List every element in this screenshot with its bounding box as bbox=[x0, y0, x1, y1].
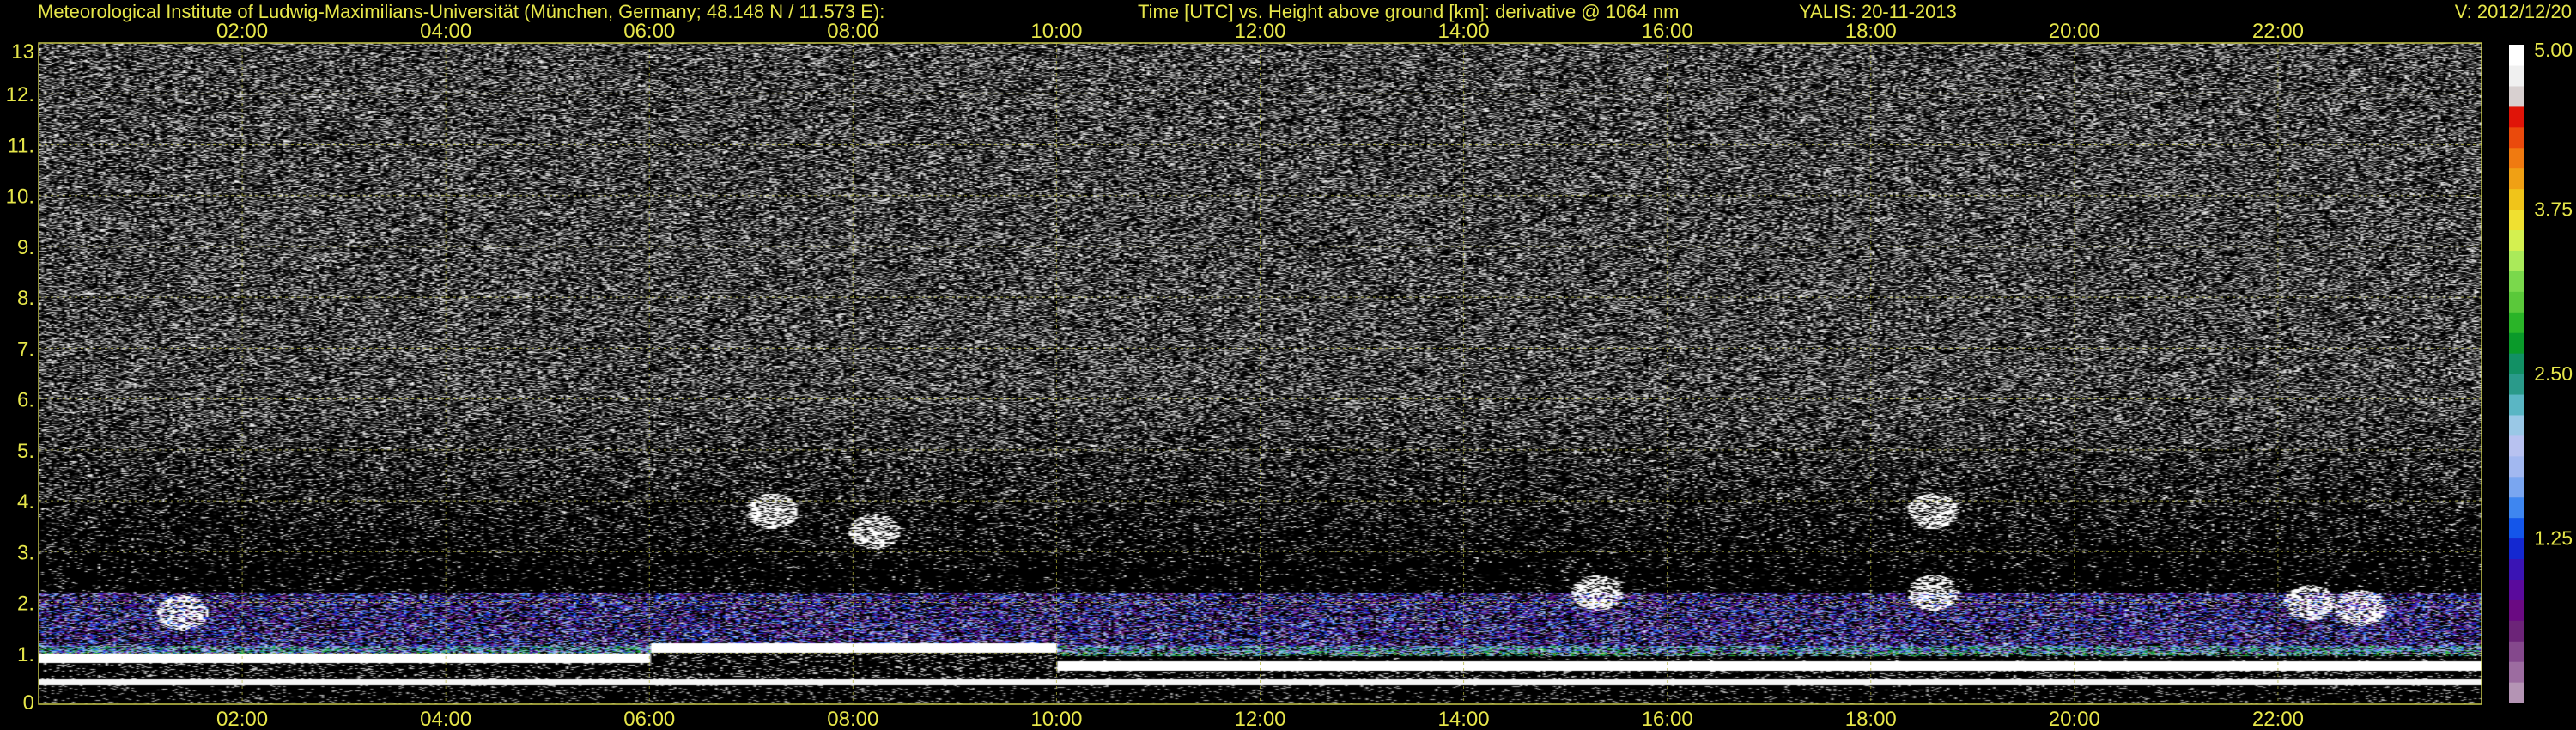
y-tick-label: 5. bbox=[17, 440, 34, 463]
y-tick-label: 2. bbox=[17, 593, 34, 616]
colorbar-swatch bbox=[2509, 558, 2524, 580]
colorbar-swatch bbox=[2509, 188, 2524, 210]
x-tick-label-bottom: 18:00 bbox=[1845, 708, 1897, 730]
colorbar-swatch bbox=[2509, 661, 2524, 683]
x-tick-label-bottom: 08:00 bbox=[827, 708, 878, 730]
colorbar-swatch bbox=[2509, 455, 2524, 478]
colorbar-swatch bbox=[2509, 332, 2524, 354]
y-tick-label: 0 bbox=[23, 691, 34, 715]
colorbar-swatch bbox=[2509, 599, 2524, 621]
colorbar-swatch bbox=[2509, 538, 2524, 560]
colorbar-swatch bbox=[2509, 579, 2524, 600]
colorbar-tick-label: 3.75 bbox=[2534, 198, 2573, 221]
colorbar-tick-label: 5.00 bbox=[2534, 39, 2573, 61]
colorbar-swatch bbox=[2509, 64, 2524, 87]
colorbar-swatch bbox=[2509, 620, 2524, 642]
colorbar-swatch bbox=[2509, 126, 2524, 149]
colorbar-swatch bbox=[2509, 476, 2524, 498]
y-tick-label: 8. bbox=[17, 287, 34, 310]
colorbar-swatch bbox=[2509, 250, 2524, 271]
colorbar-swatch bbox=[2509, 353, 2524, 374]
y-tick-label: 11. bbox=[7, 134, 34, 157]
colorbar-swatch bbox=[2509, 517, 2524, 539]
colorbar-swatch bbox=[2509, 106, 2524, 128]
x-tick-label-top: 18:00 bbox=[1845, 20, 1897, 43]
y-tick-label: 7. bbox=[17, 338, 34, 361]
y-tick-label: 1. bbox=[17, 643, 34, 666]
x-tick-label-bottom: 04:00 bbox=[420, 708, 471, 730]
x-tick-label-bottom: 22:00 bbox=[2252, 708, 2304, 730]
x-tick-label-bottom: 14:00 bbox=[1438, 708, 1490, 730]
y-tick-label: 3. bbox=[17, 541, 34, 564]
colorbar-swatch bbox=[2509, 271, 2524, 292]
colorbar-swatch bbox=[2509, 414, 2524, 436]
colorbar-swatch bbox=[2509, 641, 2524, 662]
y-tick-label: 10. bbox=[6, 186, 34, 209]
plot-area bbox=[38, 42, 2482, 705]
x-tick-label-top: 10:00 bbox=[1030, 20, 1082, 43]
y-tick-label: 12. bbox=[6, 83, 34, 106]
y-tick-label: 9. bbox=[17, 236, 34, 259]
x-tick-label-bottom: 06:00 bbox=[623, 708, 675, 730]
colorbar-swatch bbox=[2509, 374, 2524, 395]
colorbar-swatch bbox=[2509, 45, 2524, 66]
colorbar-swatch bbox=[2509, 312, 2524, 333]
x-tick-label-top: 12:00 bbox=[1234, 20, 1285, 43]
x-tick-label-bottom: 20:00 bbox=[2049, 708, 2100, 730]
colorbar-swatch bbox=[2509, 167, 2524, 190]
x-tick-label-bottom: 12:00 bbox=[1234, 708, 1285, 730]
x-tick-label-top: 16:00 bbox=[1642, 20, 1693, 43]
x-tick-label-top: 08:00 bbox=[827, 20, 878, 43]
colorbar-swatch bbox=[2509, 147, 2524, 169]
x-tick-label-top: 22:00 bbox=[2252, 20, 2304, 43]
x-tick-label-top: 04:00 bbox=[420, 20, 471, 43]
title-version: V: 2012/12/20 bbox=[2455, 1, 2572, 22]
x-tick-label-top: 20:00 bbox=[2049, 20, 2100, 43]
colorbar-tick-label: 2.50 bbox=[2534, 362, 2573, 385]
y-tick-label: 4. bbox=[17, 490, 34, 514]
title-axes-description: Time [UTC] vs. Height above ground [km]:… bbox=[1138, 1, 1679, 22]
colorbar-swatch bbox=[2509, 229, 2524, 251]
x-tick-label-top: 06:00 bbox=[623, 20, 675, 43]
colorbar-swatch bbox=[2509, 393, 2524, 416]
colorbar-swatch bbox=[2509, 435, 2524, 457]
colorbar-swatch bbox=[2509, 291, 2524, 313]
x-tick-label-top: 02:00 bbox=[216, 20, 268, 43]
y-tick-label: 13 bbox=[11, 40, 34, 64]
lidar-quicklook-chart: Meteorological Institute of Ludwig-Maxim… bbox=[0, 0, 2576, 730]
colorbar-swatch bbox=[2509, 682, 2524, 703]
y-tick-label: 6. bbox=[17, 389, 34, 412]
colorbar-swatch bbox=[2509, 85, 2524, 107]
x-tick-label-bottom: 16:00 bbox=[1642, 708, 1693, 730]
colorbar-swatch bbox=[2509, 209, 2524, 231]
colorbar-swatch bbox=[2509, 496, 2524, 519]
x-tick-label-bottom: 02:00 bbox=[216, 708, 268, 730]
colorbar-tick-label: 1.25 bbox=[2534, 527, 2573, 550]
x-tick-label-top: 14:00 bbox=[1438, 20, 1490, 43]
x-tick-label-bottom: 10:00 bbox=[1030, 708, 1082, 730]
